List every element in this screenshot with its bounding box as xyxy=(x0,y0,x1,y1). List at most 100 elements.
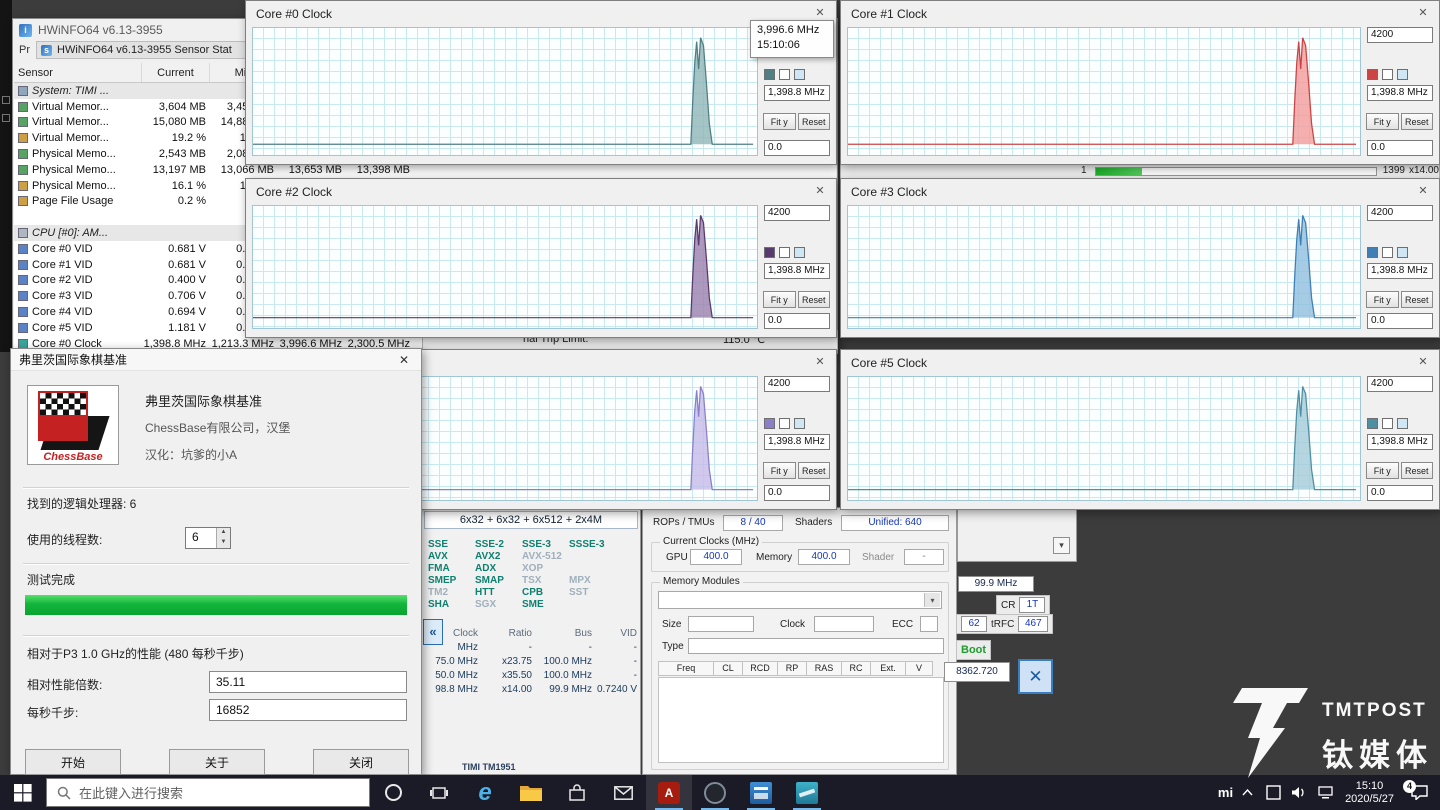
reset-button[interactable]: Reset xyxy=(1401,462,1434,479)
close-icon[interactable] xyxy=(812,183,828,199)
y-min-value[interactable]: 0.0 xyxy=(764,313,830,329)
menu-fragment[interactable]: Pr xyxy=(19,44,30,56)
column-sensor[interactable]: Sensor xyxy=(14,63,142,82)
rp-header[interactable]: RP xyxy=(777,661,807,676)
stepper-up-icon[interactable] xyxy=(217,528,230,538)
threads-stepper[interactable]: 6 xyxy=(185,527,231,549)
swatch-2[interactable] xyxy=(779,418,790,429)
clock-value[interactable] xyxy=(814,616,874,632)
taskbar-app-store[interactable] xyxy=(554,775,600,810)
ecc-checkbox[interactable] xyxy=(920,616,938,632)
rc-header[interactable]: RC xyxy=(841,661,871,676)
fit-y-button[interactable]: Fit y xyxy=(763,291,796,308)
search-input[interactable]: 在此键入进行搜索 xyxy=(46,778,370,807)
reset-button[interactable]: Reset xyxy=(1401,291,1434,308)
v-header[interactable]: V xyxy=(905,661,933,676)
tray-expand-button[interactable] xyxy=(1235,775,1259,810)
start-button[interactable]: 开始 xyxy=(25,749,121,775)
shader-clock-value[interactable]: - xyxy=(904,549,944,565)
taskbar-app-file-explorer[interactable] xyxy=(508,775,554,810)
about-button[interactable]: 关于 xyxy=(169,749,265,775)
shaders-value[interactable]: Unified: 640 xyxy=(841,515,949,531)
chevron-left-double-icon[interactable] xyxy=(423,619,443,645)
fit-y-button[interactable]: Fit y xyxy=(1366,291,1399,308)
taskbar-app-edge[interactable]: e xyxy=(462,775,508,810)
y-min-value[interactable]: 0.0 xyxy=(764,485,830,501)
clock-graph[interactable] xyxy=(847,27,1361,156)
y-max-value[interactable]: 4200 xyxy=(1367,27,1433,43)
ext-header[interactable]: Ext. xyxy=(870,661,906,676)
swatch-3[interactable] xyxy=(794,418,805,429)
y-max-value[interactable]: 4200 xyxy=(1367,376,1433,392)
tray-network[interactable] xyxy=(1313,775,1337,810)
swatch-3[interactable] xyxy=(794,247,805,258)
rcd-header[interactable]: RCD xyxy=(742,661,778,676)
threads-value[interactable]: 6 xyxy=(192,530,199,544)
reset-button[interactable]: Reset xyxy=(1401,113,1434,130)
gpu-clock-value[interactable]: 400.0 xyxy=(690,549,742,565)
close-button[interactable]: 关闭 xyxy=(313,749,409,775)
swatch-2[interactable] xyxy=(1382,247,1393,258)
swatch-3[interactable] xyxy=(1397,418,1408,429)
taskbar-app-mail[interactable] xyxy=(600,775,646,810)
swatch-2[interactable] xyxy=(1382,418,1393,429)
series-color-swatch[interactable] xyxy=(764,69,775,80)
reset-button[interactable]: Reset xyxy=(798,113,831,130)
cl-header[interactable]: CL xyxy=(713,661,743,676)
memory-clock-value[interactable]: 400.0 xyxy=(798,549,850,565)
cortana-button[interactable] xyxy=(370,775,416,810)
stepper-down-icon[interactable] xyxy=(217,538,230,548)
chevron-down-icon[interactable] xyxy=(1053,537,1070,554)
taskbar-app-dark[interactable] xyxy=(692,775,738,810)
fit-y-button[interactable]: Fit y xyxy=(1366,113,1399,130)
series-color-swatch[interactable] xyxy=(764,418,775,429)
close-icon[interactable] xyxy=(812,5,828,21)
y-max-value[interactable]: 4200 xyxy=(764,205,830,221)
y-max-value[interactable]: 4200 xyxy=(1367,205,1433,221)
chevron-down-icon[interactable] xyxy=(924,593,940,607)
reset-button[interactable]: Reset xyxy=(798,462,831,479)
y-min-value[interactable]: 0.0 xyxy=(764,140,830,156)
tray-volume[interactable] xyxy=(1287,775,1311,810)
clock-graph[interactable] xyxy=(847,376,1361,501)
swatch-2[interactable] xyxy=(1382,69,1393,80)
mi-tray-icon[interactable]: mi xyxy=(1218,785,1233,800)
close-icon[interactable] xyxy=(1415,354,1431,370)
series-color-swatch[interactable] xyxy=(1367,247,1378,258)
close-icon[interactable] xyxy=(1415,5,1431,21)
fit-y-button[interactable]: Fit y xyxy=(763,462,796,479)
tray-clock[interactable]: 15:10 2020/5/27 xyxy=(1345,780,1394,806)
rops-value[interactable]: 8 / 40 xyxy=(723,515,783,531)
y-min-value[interactable]: 0.0 xyxy=(1367,313,1433,329)
series-color-swatch[interactable] xyxy=(1367,418,1378,429)
freq-header[interactable]: Freq xyxy=(658,661,714,676)
swatch-3[interactable] xyxy=(1397,247,1408,258)
chess-titlebar[interactable]: 弗里茨国际象棋基准 xyxy=(11,349,421,371)
memory-module-dropdown[interactable] xyxy=(658,591,942,609)
swatch-3[interactable] xyxy=(1397,69,1408,80)
close-icon[interactable] xyxy=(1018,659,1053,694)
fit-y-button[interactable]: Fit y xyxy=(1366,462,1399,479)
reset-button[interactable]: Reset xyxy=(798,291,831,308)
y-min-value[interactable]: 0.0 xyxy=(1367,485,1433,501)
taskbar-app-adobe[interactable]: A xyxy=(646,775,692,810)
series-color-swatch[interactable] xyxy=(764,247,775,258)
taskbar-app-hwinfo[interactable] xyxy=(784,775,830,810)
clock-graph[interactable] xyxy=(252,27,758,156)
action-center-button[interactable]: 4 xyxy=(1402,775,1436,810)
swatch-2[interactable] xyxy=(779,247,790,258)
ras-header[interactable]: RAS xyxy=(806,661,842,676)
y-min-value[interactable]: 0.0 xyxy=(1367,140,1433,156)
taskbar-app-cpuz[interactable] xyxy=(738,775,784,810)
close-icon[interactable] xyxy=(1415,183,1431,199)
series-color-swatch[interactable] xyxy=(1367,69,1378,80)
column-current[interactable]: Current xyxy=(142,63,210,82)
fit-y-button[interactable]: Fit y xyxy=(763,113,796,130)
task-view-button[interactable] xyxy=(416,775,462,810)
swatch-3[interactable] xyxy=(794,69,805,80)
start-button[interactable] xyxy=(0,775,46,810)
y-max-value[interactable]: 4200 xyxy=(764,376,830,392)
swatch-2[interactable] xyxy=(779,69,790,80)
clock-graph[interactable] xyxy=(847,205,1361,329)
clock-graph[interactable] xyxy=(252,205,758,329)
